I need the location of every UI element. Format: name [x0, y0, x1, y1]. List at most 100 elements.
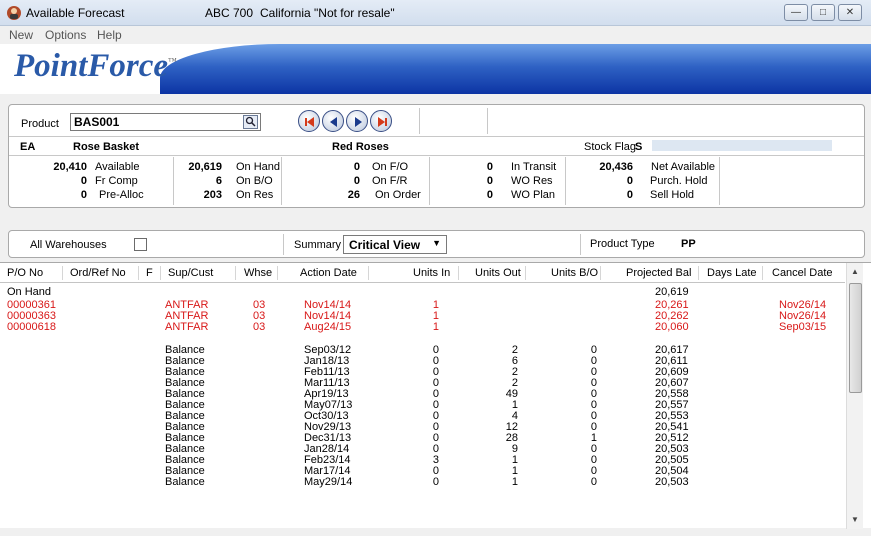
on-hand-value: 20,619	[188, 161, 222, 173]
purch-hold-value: 0	[626, 175, 633, 187]
summary-label: Summary	[294, 239, 342, 251]
stock-flag-box	[652, 140, 832, 151]
scroll-thumb[interactable]	[849, 283, 862, 393]
divider	[283, 234, 284, 255]
product-value: BAS001	[74, 115, 120, 129]
banner-wave	[160, 44, 871, 94]
sell-hold-value: 0	[626, 189, 633, 201]
product-input[interactable]: BAS001	[70, 113, 261, 131]
divider	[719, 157, 720, 205]
on-hand-label: On Hand	[236, 161, 281, 173]
logo-text: PointForce	[14, 48, 168, 84]
in-transit-label: In Transit	[511, 161, 557, 173]
pre-alloc-label: Pre-Alloc	[99, 189, 144, 201]
filter-panel: All Warehouses Summary Critical View ▼ P…	[8, 230, 865, 258]
column-header[interactable]: Cancel Date	[772, 267, 833, 279]
header-divider	[277, 266, 278, 280]
product-type-value: PP	[681, 238, 696, 250]
pointforce-logo: PointForce™	[14, 48, 177, 85]
title-bar: Available Forecast ABC 700 California "N…	[0, 0, 871, 26]
grid-cell-in: 0	[432, 476, 439, 488]
app-icon	[7, 6, 21, 20]
column-header[interactable]: Action Date	[300, 267, 357, 279]
window-title: Available Forecast	[26, 6, 125, 20]
maximize-button[interactable]: □	[811, 4, 835, 21]
menu-new[interactable]: New	[9, 28, 33, 42]
sell-hold-label: Sell Hold	[650, 189, 695, 201]
grid-cell-out: 1	[511, 476, 518, 488]
window-company: ABC 700	[205, 6, 254, 20]
column-header[interactable]: Ord/Ref No	[70, 267, 126, 279]
pre-alloc-value: 0	[80, 189, 87, 201]
grid-cell-po: 00000618	[7, 321, 56, 333]
on-res-label: On Res	[236, 189, 274, 201]
header-divider	[368, 266, 369, 280]
column-header[interactable]: P/O No	[7, 267, 43, 279]
column-header[interactable]: Whse	[244, 267, 272, 279]
grid-cell-bo: 0	[590, 476, 597, 488]
on-bo-label: On B/O	[236, 175, 273, 187]
magnifier-icon	[245, 116, 256, 127]
header-divider	[160, 266, 161, 280]
product-label: Product	[21, 118, 59, 130]
on-bo-value: 6	[215, 175, 222, 187]
minimize-button[interactable]: —	[784, 4, 808, 21]
on-order-label: On Order	[375, 189, 421, 201]
header-divider	[698, 266, 699, 280]
previous-arrow-icon	[330, 117, 337, 127]
lookup-button[interactable]	[243, 115, 258, 129]
scroll-down-icon[interactable]: ▼	[851, 515, 859, 524]
grid-cell-whse: 03	[253, 321, 266, 333]
in-transit-value: 0	[486, 161, 493, 173]
previous-record-button[interactable]	[322, 110, 344, 132]
scroll-up-icon[interactable]: ▲	[851, 267, 859, 276]
fr-comp-label: Fr Comp	[95, 175, 138, 187]
grid-cell-date: May29/14	[304, 476, 353, 488]
wo-res-value: 0	[486, 175, 493, 187]
last-record-button[interactable]	[370, 110, 392, 132]
wo-plan-label: WO Plan	[511, 189, 556, 201]
grid-cell-po: On Hand	[7, 286, 52, 298]
divider	[487, 108, 488, 134]
grid-cell-bal: 20,060	[655, 321, 689, 333]
menu-help[interactable]: Help	[97, 28, 122, 42]
column-header[interactable]: Projected Bal	[626, 267, 691, 279]
chevron-down-icon: ▼	[432, 238, 441, 248]
divider	[281, 157, 282, 205]
header-divider	[62, 266, 63, 280]
on-fr-label: On F/R	[372, 175, 408, 187]
divider	[565, 157, 566, 205]
product-name: Rose Basket	[73, 141, 140, 153]
window-region: California "Not for resale"	[260, 6, 395, 20]
stock-flag-label: Stock Flag	[584, 141, 636, 153]
header-divider	[525, 266, 526, 280]
product-panel: Product BAS001 EA Rose Basket Red Roses …	[8, 104, 865, 208]
summary-value: Critical View	[349, 238, 421, 252]
grid-cell-date: Aug24/15	[304, 321, 352, 333]
column-header[interactable]: Days Late	[707, 267, 757, 279]
header-divider	[762, 266, 763, 280]
wo-res-label: WO Res	[511, 175, 553, 187]
divider	[580, 234, 581, 255]
on-res-value: 203	[203, 189, 222, 201]
column-header[interactable]: Units Out	[475, 267, 521, 279]
divider	[419, 108, 420, 134]
vertical-scrollbar[interactable]: ▲ ▼	[846, 263, 863, 529]
menu-options[interactable]: Options	[45, 28, 86, 42]
on-fr-value: 0	[353, 175, 360, 187]
product-uom: EA	[20, 141, 36, 153]
column-header[interactable]: Sup/Cust	[168, 267, 213, 279]
summary-dropdown[interactable]: Critical View ▼	[343, 235, 447, 254]
stock-flag-value: S	[635, 141, 643, 153]
first-record-button[interactable]	[298, 110, 320, 132]
column-header[interactable]: Units In	[413, 267, 450, 279]
next-record-button[interactable]	[346, 110, 368, 132]
column-header[interactable]: F	[146, 267, 153, 279]
column-header[interactable]: Units B/O	[551, 267, 598, 279]
all-warehouses-checkbox[interactable]	[134, 238, 147, 251]
brand-banner: PointForce™	[0, 44, 871, 94]
all-warehouses-label: All Warehouses	[30, 239, 107, 251]
forecast-grid: P/O No Ord/Ref No F Sup/Cust Whse Action…	[0, 262, 871, 529]
last-arrow-icon	[378, 117, 387, 127]
close-button[interactable]: ✕	[838, 4, 862, 21]
